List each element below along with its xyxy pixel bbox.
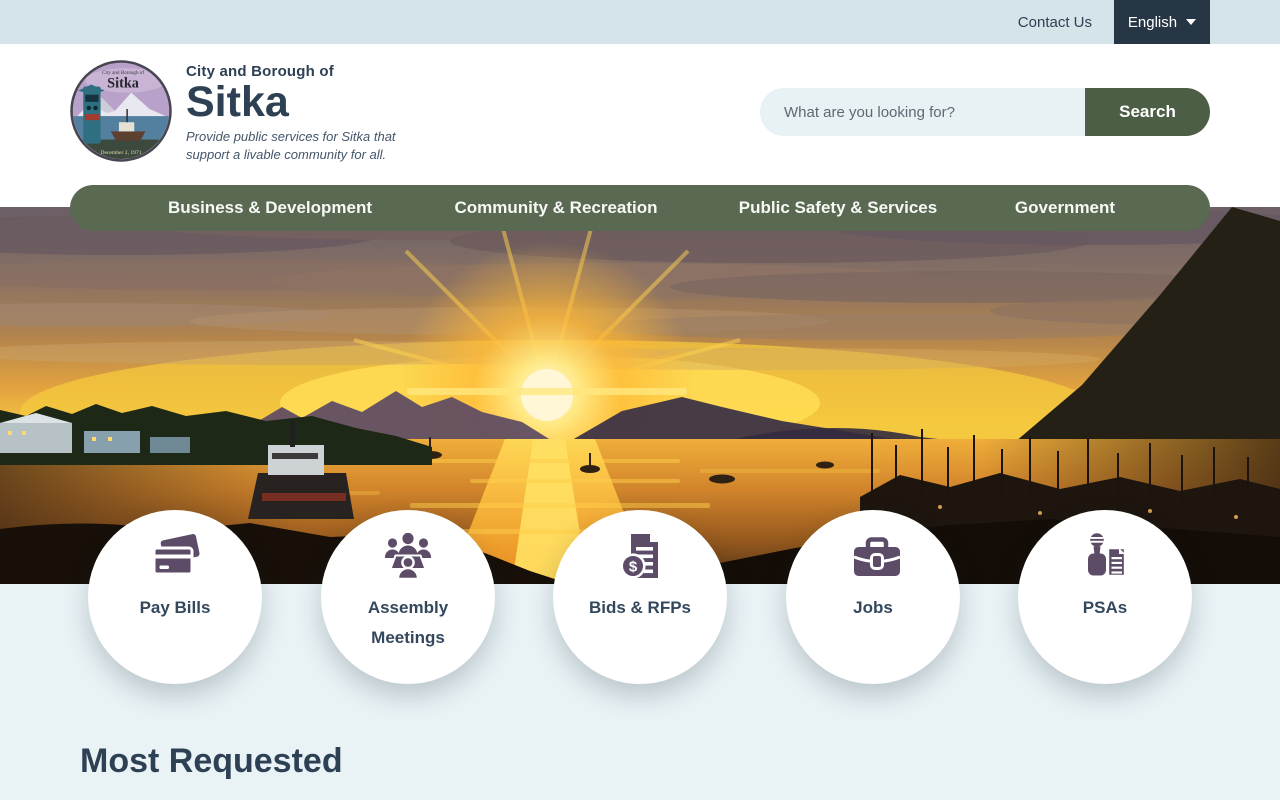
- quick-link-label: Assembly Meetings: [367, 598, 449, 647]
- seal-date-text: December 2, 1971: [100, 150, 141, 156]
- briefcase-icon: [853, 537, 901, 576]
- primary-nav: Business & Development Community & Recre…: [70, 185, 1210, 231]
- tagline-line-1: Provide public services for Sitka that: [186, 128, 396, 144]
- quick-link-label: Jobs: [853, 598, 893, 617]
- page-title: Sitka: [186, 78, 289, 126]
- quick-link-jobs[interactable]: Jobs: [786, 510, 960, 684]
- quick-link-assembly-meetings[interactable]: Assembly Meetings: [321, 510, 495, 684]
- credit-cards-icon: [152, 534, 200, 576]
- nav-item-business-development[interactable]: Business & Development: [168, 185, 372, 231]
- language-label: English: [1127, 13, 1178, 31]
- top-utility-bar: Contact Us English: [0, 0, 1280, 44]
- brand-tagline: Provide public services for Sitka that s…: [186, 128, 396, 164]
- microphone-news-icon: [1088, 533, 1127, 578]
- search-input[interactable]: [760, 88, 1085, 136]
- meeting-people-icon: [385, 532, 431, 581]
- svg-text:$: $: [629, 559, 638, 576]
- language-dropdown[interactable]: English: [1114, 0, 1210, 44]
- quick-link-psas[interactable]: PSAs: [1018, 510, 1192, 684]
- quick-link-label: Pay Bills: [139, 598, 211, 617]
- quick-link-pay-bills[interactable]: Pay Bills: [88, 510, 262, 684]
- seal-name-text: Sitka: [107, 76, 139, 92]
- section-title-most-requested: Most Requested: [80, 742, 343, 780]
- contact-us-link[interactable]: Contact Us: [1018, 14, 1092, 31]
- chevron-down-icon: [1186, 19, 1197, 25]
- site-header: City and Borough of Sitka December 2, 19…: [0, 44, 1280, 207]
- brand-block: City and Borough of Sitka Provide public…: [186, 63, 396, 164]
- site-search: Search: [760, 88, 1210, 136]
- nav-item-community-recreation[interactable]: Community & Recreation: [454, 185, 657, 231]
- quick-link-label: Bids & RFPs: [588, 598, 692, 617]
- quick-link-label: PSAs: [1082, 598, 1128, 617]
- tagline-line-2: support a livable community for all.: [186, 147, 387, 163]
- sitka-seal-logo[interactable]: City and Borough of Sitka December 2, 19…: [70, 60, 172, 162]
- search-button[interactable]: Search: [1085, 88, 1210, 136]
- quick-link-bids-rfps[interactable]: $ Bids & RFPs: [553, 510, 727, 684]
- nav-item-government[interactable]: Government: [1015, 185, 1115, 231]
- document-dollar-icon: $: [620, 534, 658, 579]
- seal-icon: City and Borough of Sitka December 2, 19…: [70, 60, 172, 162]
- nav-item-public-safety-services[interactable]: Public Safety & Services: [739, 185, 937, 231]
